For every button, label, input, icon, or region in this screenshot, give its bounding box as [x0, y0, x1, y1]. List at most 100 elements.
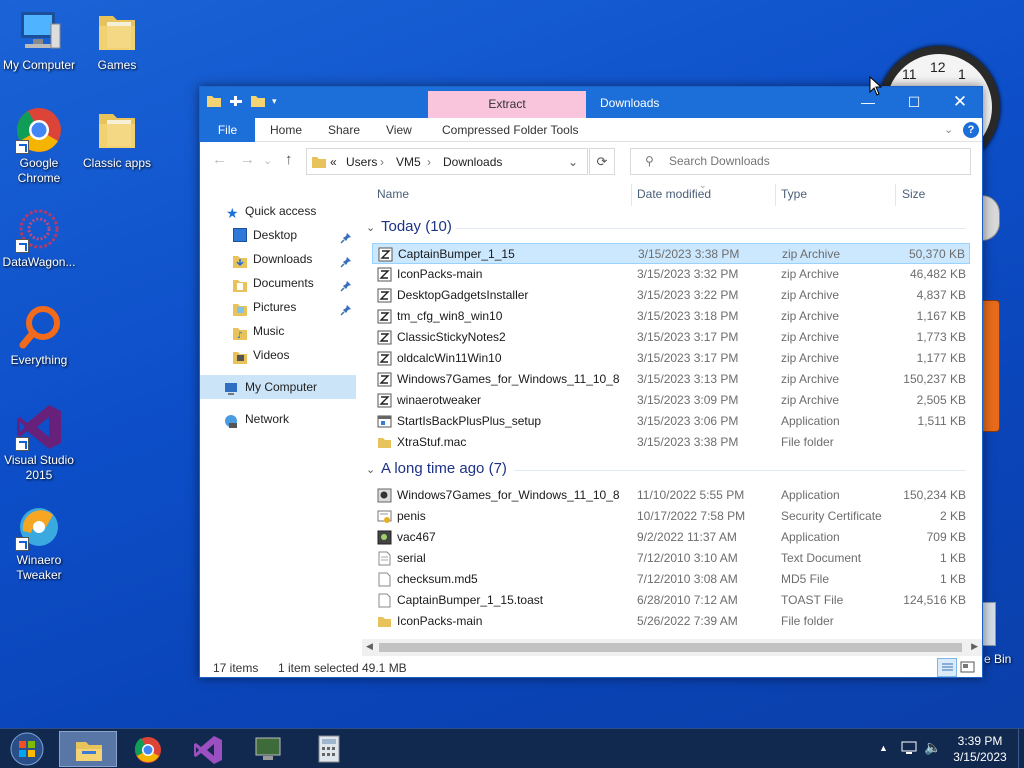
file-row[interactable]: IconPacks-main 5/26/2022 7:39 AM File fo…	[372, 611, 970, 632]
nav-item-my-computer[interactable]: My Computer	[200, 375, 356, 399]
help-icon[interactable]: ?	[963, 122, 979, 138]
nav-item-quick-access[interactable]: ★ Quick access	[200, 199, 356, 223]
network-tray-icon[interactable]	[900, 740, 918, 759]
desktop-icon-winaero-tweaker[interactable]: Winaero Tweaker	[0, 503, 81, 583]
file-row[interactable]: CaptainBumper_1_15 3/15/2023 3:38 PM zip…	[372, 243, 970, 264]
search-input[interactable]	[669, 154, 949, 168]
file-row[interactable]: Windows7Games_for_Windows_11_10_8 11/10/…	[372, 485, 970, 506]
breadcrumb-overflow[interactable]: «	[330, 155, 337, 169]
nav-item-network[interactable]: Network	[200, 407, 356, 431]
pin-icon[interactable]	[340, 228, 352, 244]
file-row[interactable]: checksum.md5 7/12/2010 3:08 AM MD5 File …	[372, 569, 970, 590]
back-arrow-icon[interactable]: ←	[212, 151, 227, 168]
tab-view[interactable]: View	[386, 118, 412, 142]
minimize-button[interactable]: —	[845, 87, 891, 118]
large-icons-view-icon[interactable]	[960, 660, 976, 675]
expand-ribbon-icon[interactable]: ⌄	[944, 123, 953, 136]
desktop-icon-games[interactable]: Games	[75, 8, 159, 73]
desktop-icon-everything[interactable]: Everything	[0, 303, 81, 368]
recycle-bin-icon[interactable]	[982, 602, 996, 646]
horizontal-scrollbar[interactable]: ◀ ▶	[362, 639, 982, 656]
file-row[interactable]: CaptainBumper_1_15.toast 6/28/2010 7:12 …	[372, 590, 970, 611]
file-row[interactable]: StartIsBackPlusPlus_setup 3/15/2023 3:06…	[372, 411, 970, 432]
desktop-icon-datawagon[interactable]: DataWagon...	[0, 205, 81, 270]
file-row[interactable]: ClassicStickyNotes2 3/15/2023 3:17 PM zi…	[372, 327, 970, 348]
start-button[interactable]	[6, 731, 48, 767]
nav-item-pictures[interactable]: Pictures	[200, 295, 356, 319]
tab-file[interactable]: File	[200, 118, 255, 142]
file-row[interactable]: tm_cfg_win8_win10 3/15/2023 3:18 PM zip …	[372, 306, 970, 327]
title-bar[interactable]: ▾ Extract Downloads — ☐ ✕	[200, 87, 982, 118]
taskbar-file-explorer[interactable]	[59, 731, 117, 767]
chevron-down-icon[interactable]: ⌄	[568, 155, 578, 169]
file-row[interactable]: oldcalcWin11Win10 3/15/2023 3:17 PM zip …	[372, 348, 970, 369]
group-header-today[interactable]: ⌄ Today (10)	[366, 217, 972, 239]
folder-icon	[377, 435, 392, 450]
taskbar-visual-studio[interactable]	[179, 731, 237, 767]
scroll-right-icon[interactable]: ▶	[971, 641, 978, 652]
pin-icon[interactable]	[340, 300, 352, 316]
breadcrumb-users[interactable]: Users	[346, 155, 377, 169]
scroll-left-icon[interactable]: ◀	[366, 641, 373, 652]
maximize-button[interactable]: ☐	[891, 87, 937, 118]
volume-icon[interactable]: 🔈	[924, 739, 941, 756]
close-button[interactable]: ✕	[937, 87, 983, 118]
column-header-name[interactable]: Name	[377, 187, 409, 201]
desktop-icon-my-computer[interactable]: My Computer	[0, 8, 81, 73]
column-divider[interactable]	[775, 184, 776, 206]
file-row[interactable]: vac467 9/2/2022 11:37 AM Application 709…	[372, 527, 970, 548]
nav-item-videos[interactable]: Videos	[200, 343, 356, 367]
file-row[interactable]: winaerotweaker 3/15/2023 3:09 PM zip Arc…	[372, 390, 970, 411]
file-row[interactable]: XtraStuf.mac 3/15/2023 3:38 PM File fold…	[372, 432, 970, 453]
chevron-down-icon[interactable]: ⌄	[263, 154, 272, 167]
context-tab-extract[interactable]: Extract	[428, 97, 586, 111]
nav-item-music[interactable]: ♪ Music	[200, 319, 356, 343]
refresh-button[interactable]: ⟳	[589, 148, 615, 175]
forward-arrow-icon[interactable]: →	[240, 151, 255, 168]
show-hidden-icons-icon[interactable]: ▲	[879, 743, 888, 753]
taskbar-system-app[interactable]	[239, 731, 297, 767]
file-row[interactable]: IconPacks-main 3/15/2023 3:32 PM zip Arc…	[372, 264, 970, 285]
breadcrumb-vm5[interactable]: VM5	[396, 155, 421, 169]
chevron-right-icon[interactable]: ›	[427, 155, 431, 169]
desktop-icon-visual-studio[interactable]: Visual Studio 2015	[0, 403, 81, 483]
gadget-orange[interactable]	[982, 300, 1000, 432]
column-header-size[interactable]: Size	[902, 187, 925, 201]
column-divider[interactable]	[895, 184, 896, 206]
tab-compressed-folder-tools[interactable]: Compressed Folder Tools	[442, 118, 579, 142]
nav-item-downloads[interactable]: Downloads	[200, 247, 356, 271]
column-divider[interactable]	[631, 184, 632, 206]
nav-item-desktop[interactable]: Desktop	[200, 223, 356, 247]
search-box[interactable]: ⚲	[630, 148, 971, 175]
show-desktop-button[interactable]	[1018, 729, 1024, 768]
folder-icon[interactable]	[206, 93, 222, 109]
explorer-window[interactable]: ▾ Extract Downloads — ☐ ✕ File Home Shar…	[199, 86, 983, 678]
tab-home[interactable]: Home	[270, 118, 302, 142]
up-arrow-icon[interactable]: ↑	[285, 151, 293, 168]
desktop-icon-google-chrome[interactable]: Google Chrome	[0, 106, 81, 186]
pin-icon[interactable]	[340, 276, 352, 292]
chevron-down-icon[interactable]: ▾	[272, 93, 288, 109]
nav-item-documents[interactable]: Documents	[200, 271, 356, 295]
pin-icon[interactable]	[340, 252, 352, 268]
desktop-icon-classic-apps[interactable]: Classic apps	[75, 106, 159, 171]
file-row[interactable]: Windows7Games_for_Windows_11_10_8 3/15/2…	[372, 369, 970, 390]
file-row[interactable]: serial 7/12/2010 3:10 AM Text Document 1…	[372, 548, 970, 569]
chevron-right-icon[interactable]: ›	[380, 155, 384, 169]
taskbar-calculator[interactable]	[299, 731, 357, 767]
file-row[interactable]: penis 10/17/2022 7:58 PM Security Certif…	[372, 506, 970, 527]
taskbar-clock[interactable]: 3:39 PM 3/15/2023	[944, 733, 1016, 765]
tab-share[interactable]: Share	[328, 118, 360, 142]
properties-icon[interactable]	[228, 93, 244, 109]
scrollbar-thumb[interactable]	[379, 643, 962, 652]
taskbar-google-chrome[interactable]	[119, 731, 177, 767]
details-view-icon[interactable]	[937, 658, 957, 677]
new-folder-icon[interactable]	[250, 93, 266, 109]
breadcrumb-downloads[interactable]: Downloads	[443, 155, 502, 169]
file-row[interactable]: DesktopGadgetsInstaller 3/15/2023 3:22 P…	[372, 285, 970, 306]
address-bar[interactable]: « Users › VM5 › Downloads ⌄	[306, 148, 588, 175]
gadget-round[interactable]	[982, 195, 1000, 241]
group-header-a-long-time-ago[interactable]: ⌄ A long time ago (7)	[366, 459, 972, 481]
column-header-type[interactable]: Type	[781, 187, 807, 201]
column-header-date-modified[interactable]: Date modified	[637, 187, 711, 201]
